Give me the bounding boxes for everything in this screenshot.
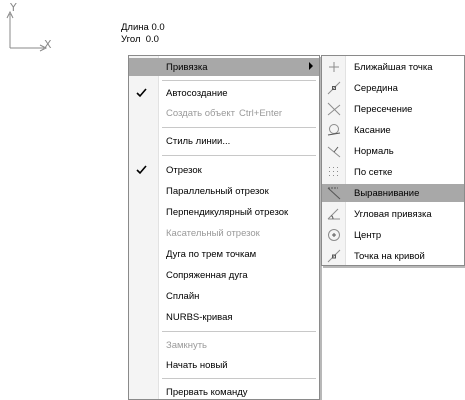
menu-item-segment[interactable]: Отрезок bbox=[129, 161, 319, 179]
submenu-item-by-grid[interactable]: По сетке bbox=[322, 163, 464, 181]
submenu-item-nearest-point[interactable]: Ближайшая точка bbox=[322, 58, 464, 76]
menu-item-tangent-segment-label: Касательный отрезок bbox=[166, 227, 260, 239]
midpoint-icon bbox=[327, 81, 341, 95]
submenu-item-tangency-label: Касание bbox=[354, 124, 391, 136]
snap-submenu: Ближайшая точка Середина Пересечение Кас… bbox=[321, 55, 465, 266]
menu-item-spline[interactable]: Сплайн bbox=[129, 287, 319, 305]
submenu-item-center-label: Центр bbox=[354, 229, 382, 241]
intersection-icon bbox=[327, 102, 341, 116]
submenu-item-angle-snap-label: Угловая привязка bbox=[354, 208, 432, 220]
menu-item-line-style[interactable]: Стиль линии... bbox=[129, 132, 319, 150]
menu-item-nurbs-curve[interactable]: NURBS-кривая bbox=[129, 308, 319, 326]
alignment-icon bbox=[327, 187, 341, 200]
menu-separator bbox=[162, 331, 316, 332]
menu-item-spline-label: Сплайн bbox=[166, 290, 200, 302]
normal-icon bbox=[327, 146, 341, 158]
context-menu: Привязка Автосоздание Создать объект Ctr… bbox=[128, 55, 320, 400]
menu-item-close-label: Замкнуть bbox=[166, 339, 208, 351]
menu-item-line-style-label: Стиль линии... bbox=[166, 135, 231, 147]
point-on-curve-icon bbox=[327, 249, 341, 263]
nearest-point-icon bbox=[329, 62, 339, 72]
submenu-item-normal[interactable]: Нормаль bbox=[322, 142, 464, 160]
x-axis-label: X bbox=[44, 38, 52, 51]
menu-item-snap[interactable]: Привязка bbox=[129, 58, 319, 76]
menu-item-perpendicular-segment-label: Перпендикулярный отрезок bbox=[166, 206, 289, 218]
submenu-item-angle-snap[interactable]: Угловая привязка bbox=[322, 205, 464, 223]
submenu-item-middle[interactable]: Середина bbox=[322, 79, 464, 97]
menu-item-abort-command[interactable]: Прервать команду bbox=[129, 383, 319, 400]
grid-icon bbox=[329, 167, 338, 176]
menu-item-snap-label: Привязка bbox=[166, 61, 208, 73]
menu-item-start-new-label: Начать новый bbox=[166, 359, 228, 371]
menu-item-conjugate-arc-label: Сопряженная дуга bbox=[166, 269, 248, 281]
submenu-item-point-on-curve[interactable]: Точка на кривой bbox=[322, 247, 464, 265]
menu-item-parallel-segment-label: Параллельный отрезок bbox=[166, 185, 269, 197]
center-icon bbox=[328, 229, 340, 241]
menu-item-parallel-segment[interactable]: Параллельный отрезок bbox=[129, 182, 319, 200]
submenu-item-intersection[interactable]: Пересечение bbox=[322, 100, 464, 118]
submenu-item-alignment[interactable]: Выравнивание bbox=[322, 184, 464, 202]
menu-item-perpendicular-segment[interactable]: Перпендикулярный отрезок bbox=[129, 203, 319, 221]
submenu-arrow-icon bbox=[309, 62, 313, 70]
menu-item-abort-command-label: Прервать команду bbox=[166, 386, 248, 398]
menu-item-start-new[interactable]: Начать новый bbox=[129, 356, 319, 374]
menu-item-autocreate-label: Автосоздание bbox=[166, 87, 228, 99]
menu-separator bbox=[162, 155, 316, 156]
menu-item-arc-three-points-label: Дуга по трем точкам bbox=[166, 248, 257, 260]
menu-item-create-object[interactable]: Создать объект Ctrl+Enter bbox=[129, 104, 319, 122]
submenu-item-by-grid-label: По сетке bbox=[354, 166, 393, 178]
menu-item-segment-label: Отрезок bbox=[166, 164, 202, 176]
menu-item-tangent-segment[interactable]: Касательный отрезок bbox=[129, 224, 319, 242]
submenu-item-normal-label: Нормаль bbox=[354, 145, 394, 157]
tangency-icon bbox=[327, 124, 341, 136]
menu-separator bbox=[162, 80, 316, 81]
checkmark-icon bbox=[136, 88, 147, 98]
submenu-item-alignment-label: Выравнивание bbox=[354, 187, 420, 199]
menu-item-create-object-shortcut: Ctrl+Enter bbox=[239, 107, 283, 119]
menu-item-close[interactable]: Замкнуть bbox=[129, 336, 319, 354]
angle-readout: Угол 0.0 bbox=[121, 34, 159, 45]
menu-item-conjugate-arc[interactable]: Сопряженная дуга bbox=[129, 266, 319, 284]
checkmark-icon bbox=[136, 165, 147, 175]
y-axis-label: Y bbox=[10, 1, 17, 14]
submenu-item-point-on-curve-label: Точка на кривой bbox=[354, 250, 425, 262]
menu-item-autocreate[interactable]: Автосоздание bbox=[129, 84, 319, 102]
length-readout: Длина 0.0 bbox=[121, 22, 165, 33]
menu-item-arc-three-points[interactable]: Дуга по трем точкам bbox=[129, 245, 319, 263]
menu-separator bbox=[162, 127, 316, 128]
angle-snap-icon bbox=[327, 208, 340, 220]
menu-item-nurbs-curve-label: NURBS-кривая bbox=[166, 311, 233, 323]
submenu-item-center[interactable]: Центр bbox=[322, 226, 464, 244]
submenu-item-intersection-label: Пересечение bbox=[354, 103, 413, 115]
submenu-item-nearest-point-label: Ближайшая точка bbox=[354, 61, 433, 73]
menu-separator bbox=[162, 378, 316, 379]
submenu-item-tangency[interactable]: Касание bbox=[322, 121, 464, 139]
submenu-item-middle-label: Середина bbox=[354, 82, 398, 94]
menu-item-create-object-label: Создать объект bbox=[166, 107, 235, 119]
